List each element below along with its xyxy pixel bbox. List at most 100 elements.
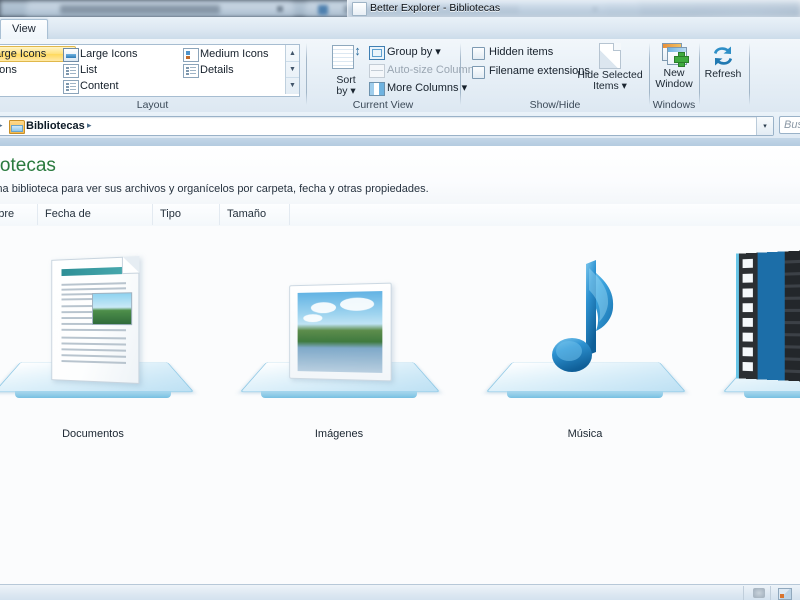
hidden-items-label: Hidden items [489, 46, 554, 58]
videos-library-icon [722, 232, 800, 422]
address-bar-row: ▸ Bibliotecas ▸ ▾ Buscar en Bibliotecas [0, 112, 800, 138]
refresh-icon [710, 44, 736, 68]
column-label: Nombre [0, 208, 15, 220]
more-columns-button[interactable]: More Columns ▾ [369, 80, 467, 96]
list-item-label: Imágenes [314, 428, 364, 440]
hide-selected-items-icon [599, 43, 621, 69]
new-window-label-line2: Window [655, 78, 693, 90]
layout-gallery-scrollbar[interactable]: ▲ ▼ ▼ [285, 45, 299, 94]
breadcrumb-next-arrow-icon[interactable]: ▸ [87, 120, 92, 131]
page-subtitle: Abra una biblioteca para ver sus archivo… [0, 183, 429, 195]
better-explorer-window: Better Explorer - Bibliotecas View Extra… [0, 0, 800, 600]
details-icon [183, 64, 199, 78]
address-bar[interactable]: ▸ Bibliotecas ▸ ▾ [0, 116, 774, 136]
breadcrumb-bibliotecas[interactable]: Bibliotecas [26, 119, 85, 133]
column-header-tipo[interactable]: Tipo [153, 204, 220, 225]
tab-view[interactable]: View [0, 19, 48, 41]
more-columns-label: More Columns ▾ [387, 82, 468, 94]
column-label: Tipo [160, 208, 181, 220]
document-page [51, 256, 140, 384]
music-note [539, 256, 631, 384]
details-view-icon[interactable] [751, 586, 768, 600]
gallery-item-list[interactable]: List [61, 62, 190, 78]
column-header-tamano[interactable]: Tamaño [220, 204, 290, 225]
ribbon-group-label-show-hide: Show/Hide [529, 99, 581, 111]
group-by-button[interactable]: Group by ▾ [369, 44, 441, 60]
hide-selected-items-label-line2: Items ▾ [593, 80, 627, 92]
ribbon-group-current-view: ↕ Sort by ▾ Group by ▾ Auto-size Columns [307, 39, 479, 112]
column-header-empty[interactable] [290, 204, 800, 225]
sort-by-label-line2: by ▾ [336, 85, 356, 97]
document-thumbnail [92, 292, 133, 326]
checkbox-box [472, 47, 485, 60]
content-icon [63, 80, 79, 94]
refresh-label: Refresh [704, 68, 742, 80]
group-by-icon [369, 46, 385, 60]
new-window-button[interactable]: New Window [649, 42, 699, 100]
ribbon-group-show-hide: Hidden items Filename extensions Hide Se… [462, 39, 648, 112]
list-item-label: Vídeos [726, 428, 800, 440]
picture-frame [289, 282, 392, 382]
status-separator [743, 586, 744, 600]
gallery-item-label: Medium Icons [200, 48, 269, 60]
address-bar-dropdown-icon[interactable]: ▾ [756, 117, 773, 135]
window-title: Better Explorer - Bibliotecas [370, 2, 501, 14]
documents-library-icon [0, 232, 198, 422]
ribbon-group-label-layout: Layout [136, 99, 169, 111]
ribbon-separator [749, 43, 750, 105]
ribbon-group-label-windows: Windows [652, 99, 696, 111]
new-window-icon [662, 43, 689, 67]
gallery-item-content[interactable]: Content [61, 78, 190, 94]
file-list: Documentos Imágenes Música [0, 226, 800, 584]
gallery-item-label: Extra Large Icons [0, 48, 47, 60]
sort-by-icon [332, 45, 354, 69]
list-item[interactable]: Vídeos [722, 232, 800, 452]
list-item[interactable]: Documentos [0, 232, 198, 452]
screen: Better Explorer - Bibliotecas View Extra… [0, 0, 800, 600]
breadcrumb-back-arrow-icon[interactable]: ▸ [0, 120, 3, 131]
gallery-scroll-up-icon[interactable]: ▲ [286, 45, 299, 62]
column-header-nombre[interactable]: ▲ Nombre [0, 204, 38, 225]
photo-thumbnail [297, 291, 383, 373]
sort-by-button[interactable]: ↕ Sort by ▾ [329, 43, 363, 99]
group-by-label: Group by ▾ [387, 46, 441, 58]
large-icons-icon [63, 48, 79, 62]
column-header-fecha[interactable]: Fecha de modificación [38, 204, 153, 241]
ribbon-group-refresh: Refresh [700, 39, 748, 112]
refresh-button[interactable]: Refresh [700, 42, 746, 100]
page-title: Bibliotecas [0, 155, 56, 176]
ribbon-group-label-current-view: Current View [352, 99, 414, 111]
more-columns-icon [369, 82, 385, 96]
ribbon-tab-row: View [0, 17, 800, 41]
gallery-item-large-icons[interactable]: Large Icons [61, 46, 190, 62]
gallery-more-icon[interactable]: ▼ [286, 77, 299, 93]
search-input[interactable]: Buscar en Bibliotecas [779, 116, 800, 134]
hide-selected-items-button[interactable]: Hide Selected Items ▾ [577, 42, 643, 100]
list-icon [63, 64, 79, 78]
large-icons-view-icon[interactable] [776, 586, 793, 600]
auto-size-columns-icon [369, 64, 385, 78]
film-strip [736, 250, 800, 382]
libraries-icon [9, 120, 25, 134]
status-bar [0, 584, 800, 600]
column-header-row: ▲ Nombre Fecha de modificación Tipo Tama… [0, 204, 800, 241]
checkbox-box [472, 66, 485, 79]
gallery-item-label: Small Icons [0, 64, 17, 76]
ribbon-group-windows: New Window Windows [650, 39, 698, 112]
ribbon-group-layout: Extra Large Icons Small Icons Tiles Larg… [0, 39, 305, 112]
gallery-scroll-down-icon[interactable]: ▼ [286, 61, 299, 78]
sort-direction-icon: ↕ [354, 43, 361, 58]
ribbon: Extra Large Icons Small Icons Tiles Larg… [0, 39, 800, 113]
medium-icons-icon [183, 48, 199, 62]
library-header-pane: Bibliotecas Abra una biblioteca para ver… [0, 146, 800, 205]
layout-gallery[interactable]: Extra Large Icons Small Icons Tiles Larg… [0, 44, 300, 97]
gallery-item-label: Content [80, 80, 119, 92]
list-item[interactable]: Música [480, 232, 690, 452]
list-item[interactable]: Imágenes [234, 232, 444, 452]
list-item-label: Documentos [62, 428, 124, 440]
music-library-icon [480, 232, 690, 422]
hidden-items-checkbox[interactable]: Hidden items [472, 45, 553, 60]
column-label: Tamaño [227, 208, 267, 220]
window-icon [352, 2, 367, 16]
filename-extensions-checkbox[interactable]: Filename extensions [472, 64, 590, 79]
